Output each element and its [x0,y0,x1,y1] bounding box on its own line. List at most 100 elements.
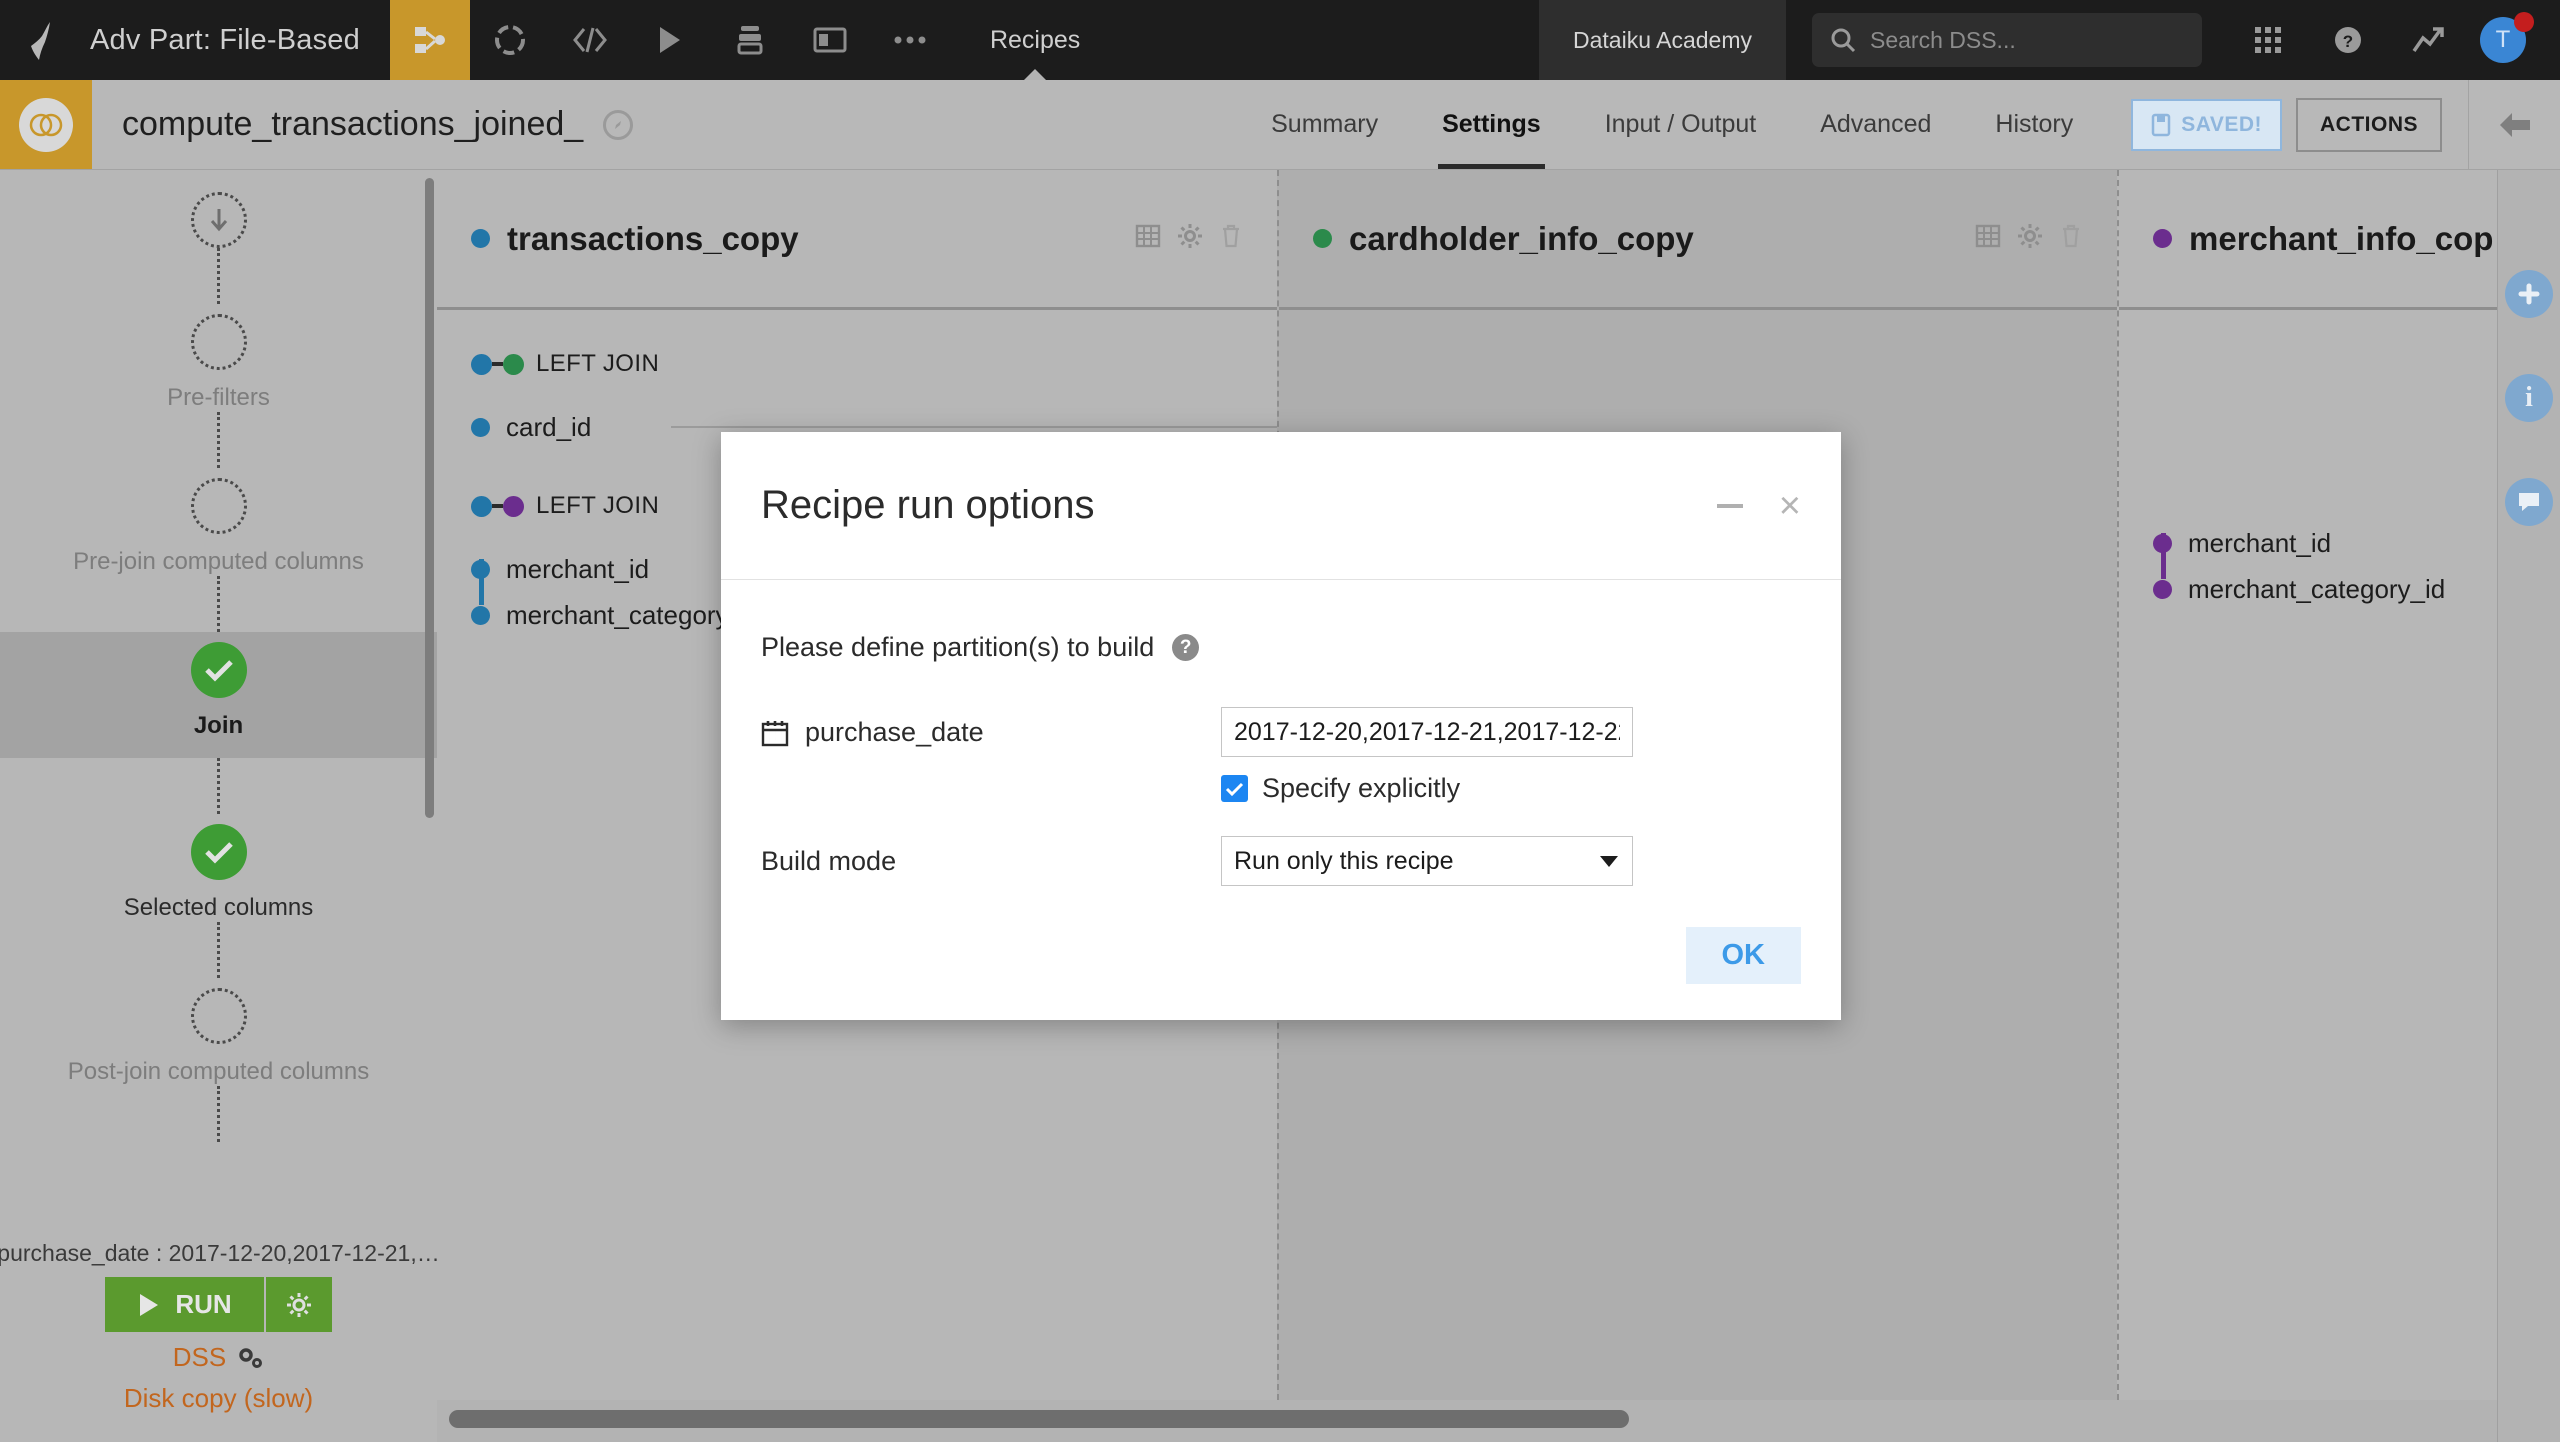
dataset-color-dot [2153,229,2172,248]
tab-input-output[interactable]: Input / Output [1573,80,1789,169]
dataiku-logo[interactable] [0,0,90,80]
ok-button[interactable]: OK [1685,927,1801,984]
column-color-dot [2153,533,2172,553]
gear-icon [286,1292,311,1317]
sidebar-item-post-join-computed-columns[interactable]: Post-join computed columns [0,978,437,1086]
check-icon [204,842,233,864]
modal-body: Please define partition(s) to build ? pu… [721,580,1841,886]
dataset-name[interactable]: transactions_copy [507,220,799,258]
dataset-header: transactions_copy [437,170,1277,310]
sidebar-item-selected-columns[interactable]: Selected columns [0,814,437,922]
topnav-right-icons: ? T [2228,0,2560,80]
dataset-color-dot [471,229,490,248]
build-mode-row: Build mode Run only this recipe [761,836,1801,886]
partition-field-label: purchase_date [761,707,1221,748]
join-column-item[interactable]: merchant_id [2153,520,2463,566]
flow-icon[interactable] [389,0,470,80]
join-link-line [671,426,1311,428]
table-icon[interactable] [1975,223,2001,254]
lab-icon[interactable] [470,0,550,80]
sidebar-scrollbar[interactable] [425,178,434,818]
dataset-join-list: merchant_id merchant_category_id [2119,310,2497,612]
join-row-1[interactable]: LEFT JOIN [471,350,1243,378]
recipe-run-options-dialog: Recipe run options × Please define parti… [721,432,1841,1020]
partition-value-input[interactable] [1221,707,1633,757]
post-join-computed-node [190,988,247,1044]
dataiku-academy-link[interactable]: Dataiku Academy [1539,0,1786,80]
column-color-dot [2153,579,2172,599]
nav-section-recipes[interactable]: Recipes [950,0,1120,80]
save-disk-icon [2151,113,2171,136]
header-buttons: SAVED! ACTIONS [2105,80,2468,169]
arrow-down-icon [210,209,227,232]
tab-advanced[interactable]: Advanced [1788,80,1963,169]
tab-summary[interactable]: Summary [1239,80,1410,169]
trash-icon[interactable] [2059,223,2083,254]
project-title[interactable]: Adv Part: File-Based [90,0,390,80]
play-icon [140,1293,159,1316]
horizontal-scrollbar[interactable] [449,1410,1629,1428]
discussions-icon[interactable] [2505,478,2553,526]
gear-icon[interactable] [1177,223,1203,254]
close-icon[interactable]: × [1779,487,1801,525]
more-ellipsis-icon[interactable] [870,0,950,80]
dataset-name[interactable]: cardholder_info_copy [1349,220,1694,258]
step-input[interactable] [0,170,437,248]
join-type-label: LEFT JOIN [536,350,660,377]
tab-history[interactable]: History [1963,80,2105,169]
specify-explicitly-checkbox[interactable] [1221,775,1248,802]
build-mode-select[interactable]: Run only this recipe [1221,836,1633,886]
minimize-icon[interactable] [1716,503,1743,508]
table-icon[interactable] [1135,223,1161,254]
sidebar-item-label: Pre-join computed columns [73,548,364,575]
dataset-name[interactable]: merchant_info_cop [2189,220,2493,258]
modal-title: Recipe run options [761,483,1095,527]
right-action-rail: i [2497,170,2560,1442]
join-bar [492,362,503,366]
run-button[interactable]: RUN [105,1277,266,1332]
nav-section-caret [1024,69,1047,80]
help-icon[interactable]: ? [1172,634,1200,661]
venn-join-icon [19,97,73,152]
code-icon[interactable] [550,0,630,80]
activity-trend-icon[interactable] [2388,0,2468,80]
add-icon[interactable] [2505,270,2553,318]
sidebar-item-pre-filters[interactable]: Pre-filters [0,304,437,412]
step-connector [217,922,220,978]
join-left-dot [471,495,492,517]
modal-header: Recipe run options × [721,432,1841,580]
join-column-item[interactable]: merchant_category_id [2153,566,2463,612]
run-settings-button[interactable] [265,1277,332,1332]
specify-explicitly-row[interactable]: Specify explicitly [1221,773,1801,804]
jobs-stack-icon[interactable] [710,0,790,80]
apps-grid-icon[interactable] [2228,0,2308,80]
search-icon [1831,28,1856,53]
help-icon[interactable]: ? [2308,0,2388,80]
search-input[interactable]: Search DSS... [1812,13,2202,67]
partition-hint-text: Please define partition(s) to build [761,632,1155,662]
info-icon[interactable]: i [2505,374,2553,422]
page-title[interactable]: compute_transactions_joined_ [122,105,583,144]
sidebar-item-label: Join [193,712,244,739]
saved-button[interactable]: SAVED! [2131,98,2282,151]
actions-button[interactable]: ACTIONS [2296,97,2442,152]
gear-icon[interactable] [2017,223,2043,254]
column-name: merchant_id [506,553,650,584]
tab-settings[interactable]: Settings [1410,80,1573,169]
join-right-dot [503,353,524,375]
navigate-flow-icon[interactable] [603,109,634,140]
sidebar-item-join[interactable]: Join [0,632,437,758]
recipe-header-bar: compute_transactions_joined_ Summary Set… [0,80,2560,170]
join-column-pair: merchant_id merchant_category_id [2153,520,2463,612]
trash-icon[interactable] [1219,223,1243,254]
engine-row[interactable]: DSS [173,1342,264,1373]
dashboard-icon[interactable] [790,0,870,80]
jobs-play-icon[interactable] [630,0,710,80]
chevron-down-icon [1600,855,1618,867]
sidebar-item-pre-join-computed-columns[interactable]: Pre-join computed columns [0,468,437,576]
run-button-label: RUN [175,1289,232,1319]
collapse-right-panel-button[interactable] [2468,80,2560,169]
input-arrow-node [190,192,247,248]
user-avatar[interactable]: T [2468,0,2538,80]
step-connector [217,758,220,814]
